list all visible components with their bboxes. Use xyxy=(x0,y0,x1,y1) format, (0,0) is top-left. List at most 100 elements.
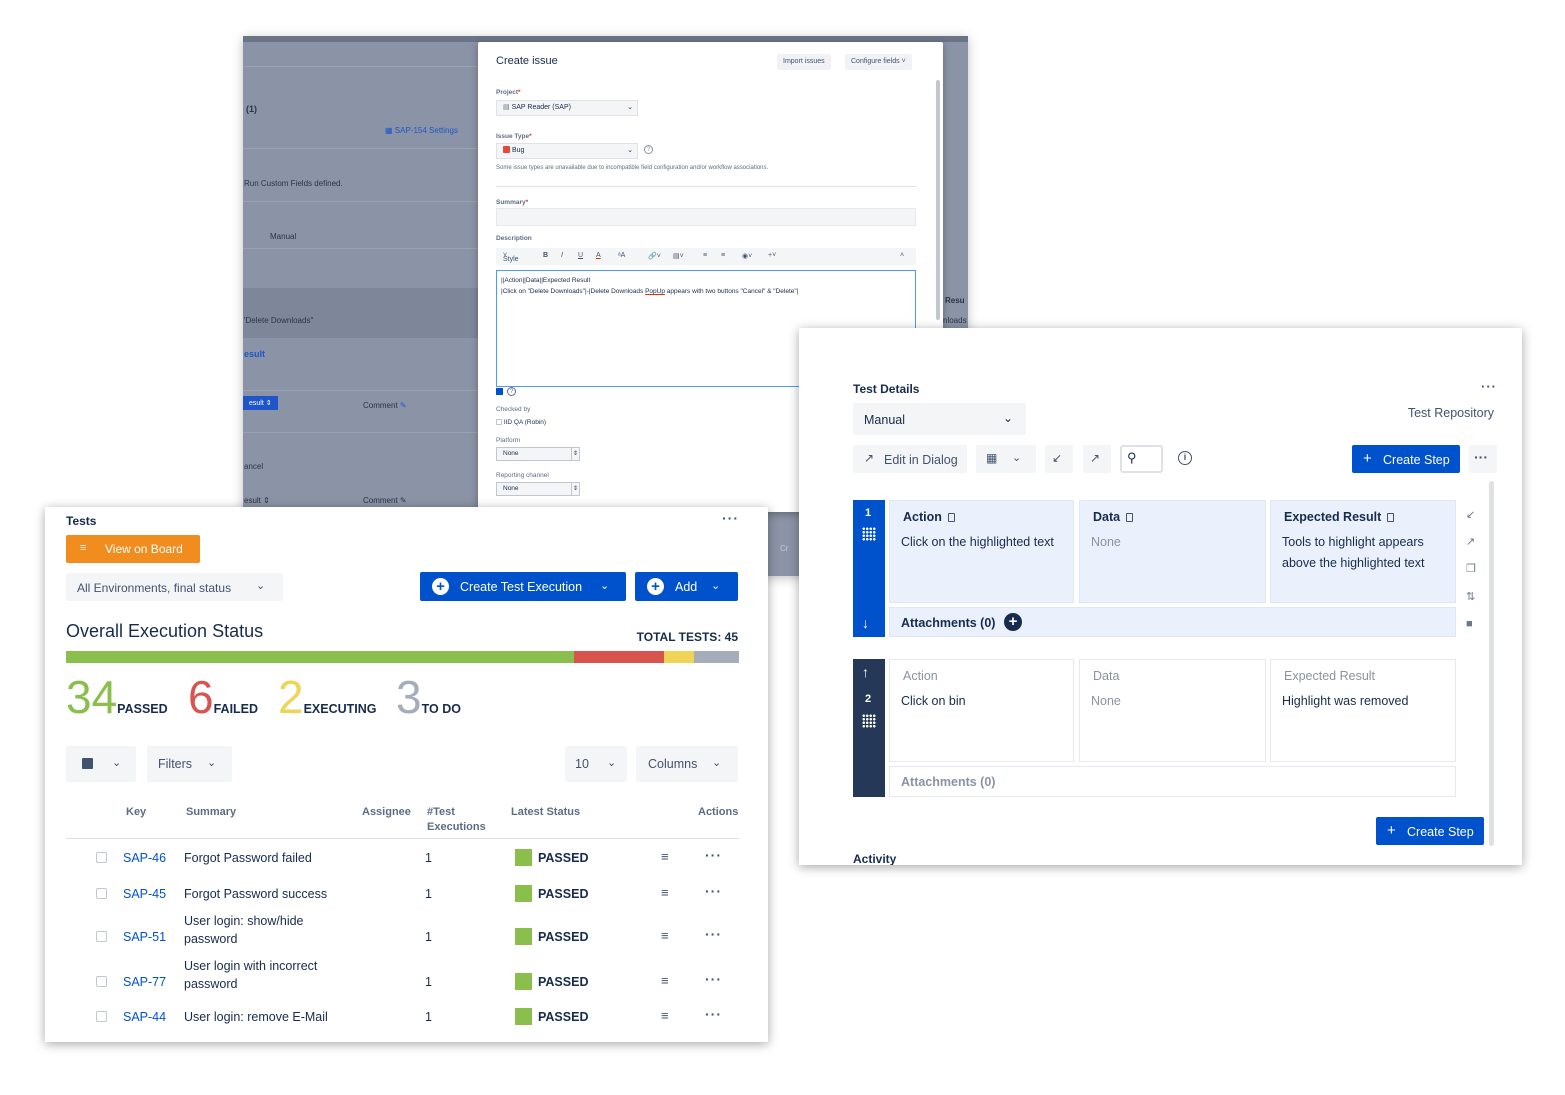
row-checkbox[interactable] xyxy=(96,852,107,863)
step-1-handle[interactable]: 1 ↓ xyxy=(853,500,885,637)
table-row[interactable]: SAP-46 Forgot Password failed 1 PASSED ≡ ··· xyxy=(45,839,768,879)
info-icon[interactable]: i xyxy=(1178,451,1192,465)
table-row[interactable]: SAP-77 User login with incorrect password… xyxy=(45,955,768,995)
table-row[interactable]: SAP-51 User login: show/hide password 1 PAS… xyxy=(45,910,768,950)
test-key-link[interactable]: SAP-51 xyxy=(123,930,166,944)
style-dropdown[interactable]: Style ˅ xyxy=(503,252,519,263)
import-issues-button[interactable]: Import issues xyxy=(777,54,831,70)
test-key-link[interactable]: SAP-77 xyxy=(123,975,166,989)
more-options-icon[interactable]: ··· xyxy=(722,510,739,526)
editor-mode-icon[interactable] xyxy=(496,388,503,395)
step-2-expected[interactable]: Expected Result Highlight was removed xyxy=(1270,659,1456,762)
table-row[interactable]: SAP-45 Forgot Password success 1 PASSED ≡ ··· xyxy=(45,875,768,915)
col-header-latest-status[interactable]: Latest Status xyxy=(511,805,580,820)
list-details-icon[interactable]: ≡ xyxy=(661,849,669,864)
add-button[interactable]: + Add ⌄ xyxy=(635,572,738,601)
settings-link[interactable]: ▦ SAP-154 Settings xyxy=(385,126,458,135)
more-options-icon[interactable]: ··· xyxy=(1481,379,1497,394)
copy-icon[interactable] xyxy=(1387,513,1395,522)
numbered-list-icon[interactable]: ≡ xyxy=(721,252,725,259)
row-more-options-icon[interactable]: ··· xyxy=(705,883,722,899)
row-more-options-icon[interactable]: ··· xyxy=(705,1006,722,1022)
row-more-options-icon[interactable]: ··· xyxy=(705,847,722,863)
columns-dropdown[interactable]: Columns ⌄ xyxy=(636,746,738,782)
project-select[interactable]: ▤ SAP Reader (SAP) ⌄ xyxy=(496,100,638,116)
step-1-expected[interactable]: Expected Result Tools to highlight appea… xyxy=(1270,500,1456,603)
select-all-dropdown[interactable]: ⌄ xyxy=(66,746,136,782)
checked-by-option[interactable]: IID QA (Robin) xyxy=(496,419,546,426)
details-scrollbar[interactable] xyxy=(1489,481,1494,846)
list-details-icon[interactable]: ≡ xyxy=(661,885,669,900)
emoji-icon[interactable]: ◉˅ xyxy=(742,252,752,260)
test-key-link[interactable]: SAP-44 xyxy=(123,1010,166,1024)
page-size-select[interactable]: 10 ⌄ xyxy=(565,746,627,782)
italic-button[interactable]: I xyxy=(561,252,563,259)
copy-icon[interactable] xyxy=(947,513,955,522)
list-details-icon[interactable]: ≡ xyxy=(661,928,669,943)
issue-type-select[interactable]: Bug ⌄ xyxy=(496,143,638,159)
help-icon[interactable]: ? xyxy=(644,145,653,154)
clone-step-icon[interactable]: ❐ xyxy=(1466,562,1476,575)
result-button[interactable]: esult ⇕ xyxy=(243,396,278,410)
open-step-icon[interactable]: ↗ xyxy=(1466,535,1475,548)
step-1-action[interactable]: Action Click on the highlighted text xyxy=(889,500,1074,603)
step-1-data[interactable]: Data None xyxy=(1079,500,1266,603)
test-type-select[interactable]: Manual ⌄ xyxy=(853,403,1026,435)
test-repository-link[interactable]: Test Repository xyxy=(1408,406,1494,420)
table-row[interactable]: SAP-44 User login: remove E-Mail 1 PASSED ≡ ·… xyxy=(45,998,768,1038)
test-key-link[interactable]: SAP-46 xyxy=(123,851,166,865)
step-2-action[interactable]: Action Click on bin xyxy=(889,659,1074,762)
col-header-key[interactable]: Key xyxy=(126,805,146,820)
row-more-options-icon[interactable]: ··· xyxy=(705,971,722,987)
bold-button[interactable]: B xyxy=(543,252,548,259)
layout-dropdown[interactable]: ▦ ⌄ xyxy=(976,445,1036,473)
collapse-all-button[interactable]: ↙ xyxy=(1045,445,1073,473)
collapse-step-icon[interactable]: ↙ xyxy=(1466,508,1475,521)
expand-all-button[interactable]: ↗ xyxy=(1083,445,1111,473)
step-2-data[interactable]: Data None xyxy=(1079,659,1266,762)
col-header-executions[interactable]: #Test Executions xyxy=(427,805,486,835)
create-step-bottom-button[interactable]: + Create Step xyxy=(1376,817,1484,845)
underline-button[interactable]: U xyxy=(578,252,583,259)
text-color-button[interactable]: A xyxy=(596,252,601,259)
view-on-board-button[interactable]: ≡ View on Board xyxy=(66,535,200,563)
step-2-handle[interactable]: ↑ 2 xyxy=(853,659,885,797)
edit-in-dialog-button[interactable]: ↗ Edit in Dialog xyxy=(853,445,967,473)
arrow-up-icon[interactable]: ↑ xyxy=(862,664,869,680)
toolbar-more-button[interactable]: ··· xyxy=(1469,445,1497,473)
environment-filter-select[interactable]: All Environments, final status ⌄ xyxy=(66,573,283,601)
row-checkbox[interactable] xyxy=(96,931,107,942)
create-step-button[interactable]: + Create Step xyxy=(1352,445,1460,473)
copy-icon[interactable] xyxy=(1126,513,1134,522)
platform-select[interactable]: None ⇕ xyxy=(496,447,580,461)
bullet-list-icon[interactable]: ≡ xyxy=(703,252,707,259)
list-details-icon[interactable]: ≡ xyxy=(661,973,669,988)
row-checkbox[interactable] xyxy=(96,888,107,899)
dialog-scrollbar[interactable] xyxy=(936,80,940,320)
summary-input[interactable] xyxy=(496,208,916,226)
text-size-button[interactable]: ᵃA xyxy=(618,252,625,259)
row-checkbox[interactable] xyxy=(96,1011,107,1022)
comment-link-2[interactable]: Comment ✎ xyxy=(363,496,407,505)
move-step-icon[interactable]: ⇅ xyxy=(1466,590,1475,603)
list-details-icon[interactable]: ≡ xyxy=(661,1008,669,1023)
delete-step-icon[interactable]: ■ xyxy=(1466,618,1473,630)
filters-dropdown[interactable]: Filters ⌄ xyxy=(147,746,232,782)
col-header-assignee[interactable]: Assignee xyxy=(362,805,411,820)
search-input[interactable]: ⚲ xyxy=(1120,445,1163,473)
col-header-summary[interactable]: Summary xyxy=(186,805,236,820)
create-test-execution-button[interactable]: + Create Test Execution ⌄ xyxy=(420,572,626,601)
add-attachment-icon[interactable]: + xyxy=(1004,613,1022,631)
configure-fields-button[interactable]: Configure fields ˅ xyxy=(845,54,912,70)
row-checkbox[interactable] xyxy=(96,976,107,987)
reporting-channel-select[interactable]: None ⇕ xyxy=(496,482,580,496)
attachment-icon[interactable]: ▤˅ xyxy=(673,252,684,260)
row-more-options-icon[interactable]: ··· xyxy=(705,926,722,942)
comment-link[interactable]: Comment ✎ xyxy=(363,401,407,410)
collapse-toolbar-icon[interactable]: ˄ xyxy=(900,252,904,259)
insert-more-icon[interactable]: +˅ xyxy=(768,252,776,259)
editor-help-icon[interactable]: ? xyxy=(507,387,516,396)
link-icon[interactable]: 🔗˅ xyxy=(648,252,661,260)
test-key-link[interactable]: SAP-45 xyxy=(123,887,166,901)
arrow-down-icon[interactable]: ↓ xyxy=(862,615,869,631)
